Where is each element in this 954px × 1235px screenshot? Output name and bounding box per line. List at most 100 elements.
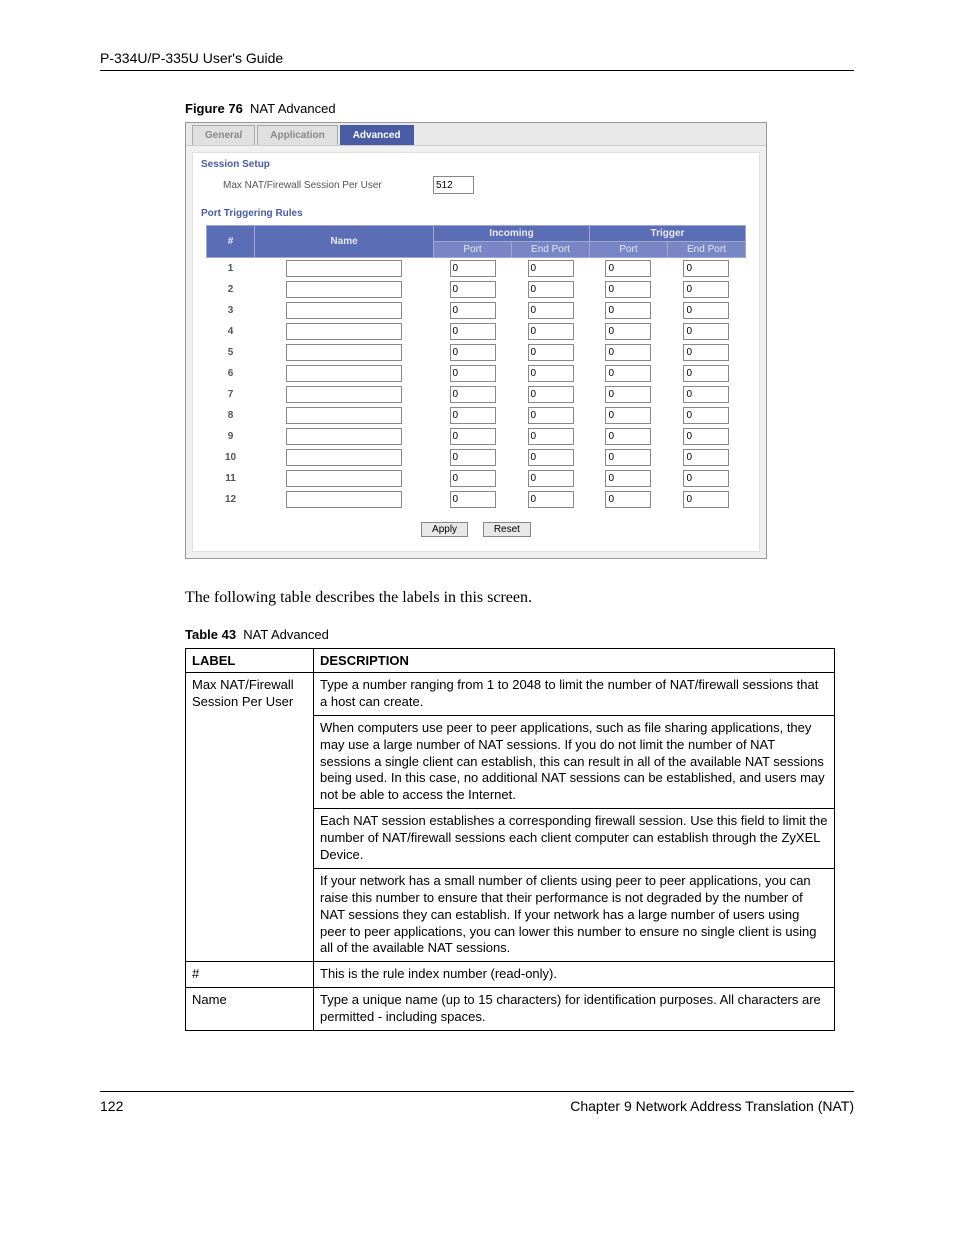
name-input[interactable] bbox=[286, 365, 402, 382]
trigger-end-port-input[interactable] bbox=[683, 470, 729, 487]
row-index: 10 bbox=[207, 447, 255, 468]
trigger-port-input[interactable] bbox=[605, 281, 651, 298]
trigger-port-input[interactable] bbox=[605, 260, 651, 277]
description-cell: Each NAT session establishes a correspon… bbox=[314, 809, 835, 869]
trigger-end-port-input[interactable] bbox=[683, 281, 729, 298]
trigger-end-port-input[interactable] bbox=[683, 344, 729, 361]
trigger-port-input[interactable] bbox=[605, 344, 651, 361]
incoming-end-port-input[interactable] bbox=[528, 428, 574, 445]
row-index: 9 bbox=[207, 426, 255, 447]
incoming-end-port-input[interactable] bbox=[528, 407, 574, 424]
incoming-end-port-input[interactable] bbox=[528, 449, 574, 466]
trigger-end-port-input[interactable] bbox=[683, 428, 729, 445]
table-row: 7 bbox=[207, 384, 746, 405]
name-input[interactable] bbox=[286, 260, 402, 277]
incoming-end-port-input[interactable] bbox=[528, 386, 574, 403]
incoming-port-input[interactable] bbox=[450, 428, 496, 445]
tab-advanced[interactable]: Advanced bbox=[340, 125, 414, 145]
trigger-end-port-input[interactable] bbox=[683, 323, 729, 340]
incoming-port-input[interactable] bbox=[450, 281, 496, 298]
figure-title: NAT Advanced bbox=[250, 101, 336, 116]
figure-label: Figure 76 bbox=[185, 101, 243, 116]
row-index: 8 bbox=[207, 405, 255, 426]
incoming-port-input[interactable] bbox=[450, 344, 496, 361]
trigger-port-input[interactable] bbox=[605, 323, 651, 340]
trigger-end-port-input[interactable] bbox=[683, 407, 729, 424]
name-input[interactable] bbox=[286, 470, 402, 487]
session-label: Max NAT/Firewall Session Per User bbox=[223, 180, 433, 191]
description-cell: If your network has a small number of cl… bbox=[314, 868, 835, 961]
label-cell: Max NAT/Firewall Session Per User bbox=[186, 673, 314, 962]
session-per-user-input[interactable] bbox=[433, 176, 474, 194]
trigger-end-port-input[interactable] bbox=[683, 491, 729, 508]
trigger-end-port-input[interactable] bbox=[683, 365, 729, 382]
description-cell: Type a unique name (up to 15 characters)… bbox=[314, 988, 835, 1031]
name-input[interactable] bbox=[286, 386, 402, 403]
incoming-end-port-input[interactable] bbox=[528, 302, 574, 319]
incoming-end-port-input[interactable] bbox=[528, 491, 574, 508]
table-row: 9 bbox=[207, 426, 746, 447]
col-trigger-end-port: End Port bbox=[667, 242, 745, 258]
trigger-port-input[interactable] bbox=[605, 449, 651, 466]
table-caption: Table 43 NAT Advanced bbox=[185, 627, 854, 642]
label-cell: Name bbox=[186, 988, 314, 1031]
incoming-port-input[interactable] bbox=[450, 491, 496, 508]
apply-button[interactable]: Apply bbox=[421, 522, 468, 537]
trigger-port-input[interactable] bbox=[605, 302, 651, 319]
table-label: Table 43 bbox=[185, 627, 236, 642]
table-row: 4 bbox=[207, 321, 746, 342]
incoming-end-port-input[interactable] bbox=[528, 323, 574, 340]
trigger-port-input[interactable] bbox=[605, 470, 651, 487]
trigger-port-input[interactable] bbox=[605, 428, 651, 445]
header-rule bbox=[100, 70, 854, 71]
trigger-port-input[interactable] bbox=[605, 365, 651, 382]
incoming-port-input[interactable] bbox=[450, 470, 496, 487]
row-index: 7 bbox=[207, 384, 255, 405]
row-index: 4 bbox=[207, 321, 255, 342]
tab-application[interactable]: Application bbox=[257, 125, 337, 145]
incoming-port-input[interactable] bbox=[450, 449, 496, 466]
incoming-end-port-input[interactable] bbox=[528, 260, 574, 277]
incoming-port-input[interactable] bbox=[450, 407, 496, 424]
table-row: 6 bbox=[207, 363, 746, 384]
trigger-port-input[interactable] bbox=[605, 407, 651, 424]
incoming-end-port-input[interactable] bbox=[528, 281, 574, 298]
trigger-end-port-input[interactable] bbox=[683, 302, 729, 319]
table-row: 2 bbox=[207, 279, 746, 300]
body-paragraph: The following table describes the labels… bbox=[185, 589, 854, 607]
col-label: LABEL bbox=[186, 649, 314, 673]
figure-caption: Figure 76 NAT Advanced bbox=[185, 101, 854, 116]
incoming-port-input[interactable] bbox=[450, 260, 496, 277]
name-input[interactable] bbox=[286, 281, 402, 298]
trigger-port-input[interactable] bbox=[605, 386, 651, 403]
table-row: 8 bbox=[207, 405, 746, 426]
incoming-port-input[interactable] bbox=[450, 323, 496, 340]
incoming-port-input[interactable] bbox=[450, 386, 496, 403]
tab-general[interactable]: General bbox=[192, 125, 255, 145]
col-incoming-port: Port bbox=[434, 242, 512, 258]
trigger-end-port-input[interactable] bbox=[683, 386, 729, 403]
col-trigger: Trigger bbox=[590, 226, 746, 242]
incoming-end-port-input[interactable] bbox=[528, 365, 574, 382]
description-cell: When computers use peer to peer applicat… bbox=[314, 715, 835, 808]
trigger-end-port-input[interactable] bbox=[683, 449, 729, 466]
name-input[interactable] bbox=[286, 491, 402, 508]
row-index: 11 bbox=[207, 468, 255, 489]
incoming-end-port-input[interactable] bbox=[528, 470, 574, 487]
name-input[interactable] bbox=[286, 323, 402, 340]
name-input[interactable] bbox=[286, 407, 402, 424]
trigger-end-port-input[interactable] bbox=[683, 260, 729, 277]
name-input[interactable] bbox=[286, 302, 402, 319]
reset-button[interactable]: Reset bbox=[483, 522, 531, 537]
name-input[interactable] bbox=[286, 428, 402, 445]
trigger-port-input[interactable] bbox=[605, 491, 651, 508]
incoming-end-port-input[interactable] bbox=[528, 344, 574, 361]
name-input[interactable] bbox=[286, 449, 402, 466]
col-incoming-end-port: End Port bbox=[512, 242, 590, 258]
table-row: #This is the rule index number (read-onl… bbox=[186, 962, 835, 988]
incoming-port-input[interactable] bbox=[450, 302, 496, 319]
name-input[interactable] bbox=[286, 344, 402, 361]
description-cell: Type a number ranging from 1 to 2048 to … bbox=[314, 673, 835, 716]
row-index: 5 bbox=[207, 342, 255, 363]
incoming-port-input[interactable] bbox=[450, 365, 496, 382]
